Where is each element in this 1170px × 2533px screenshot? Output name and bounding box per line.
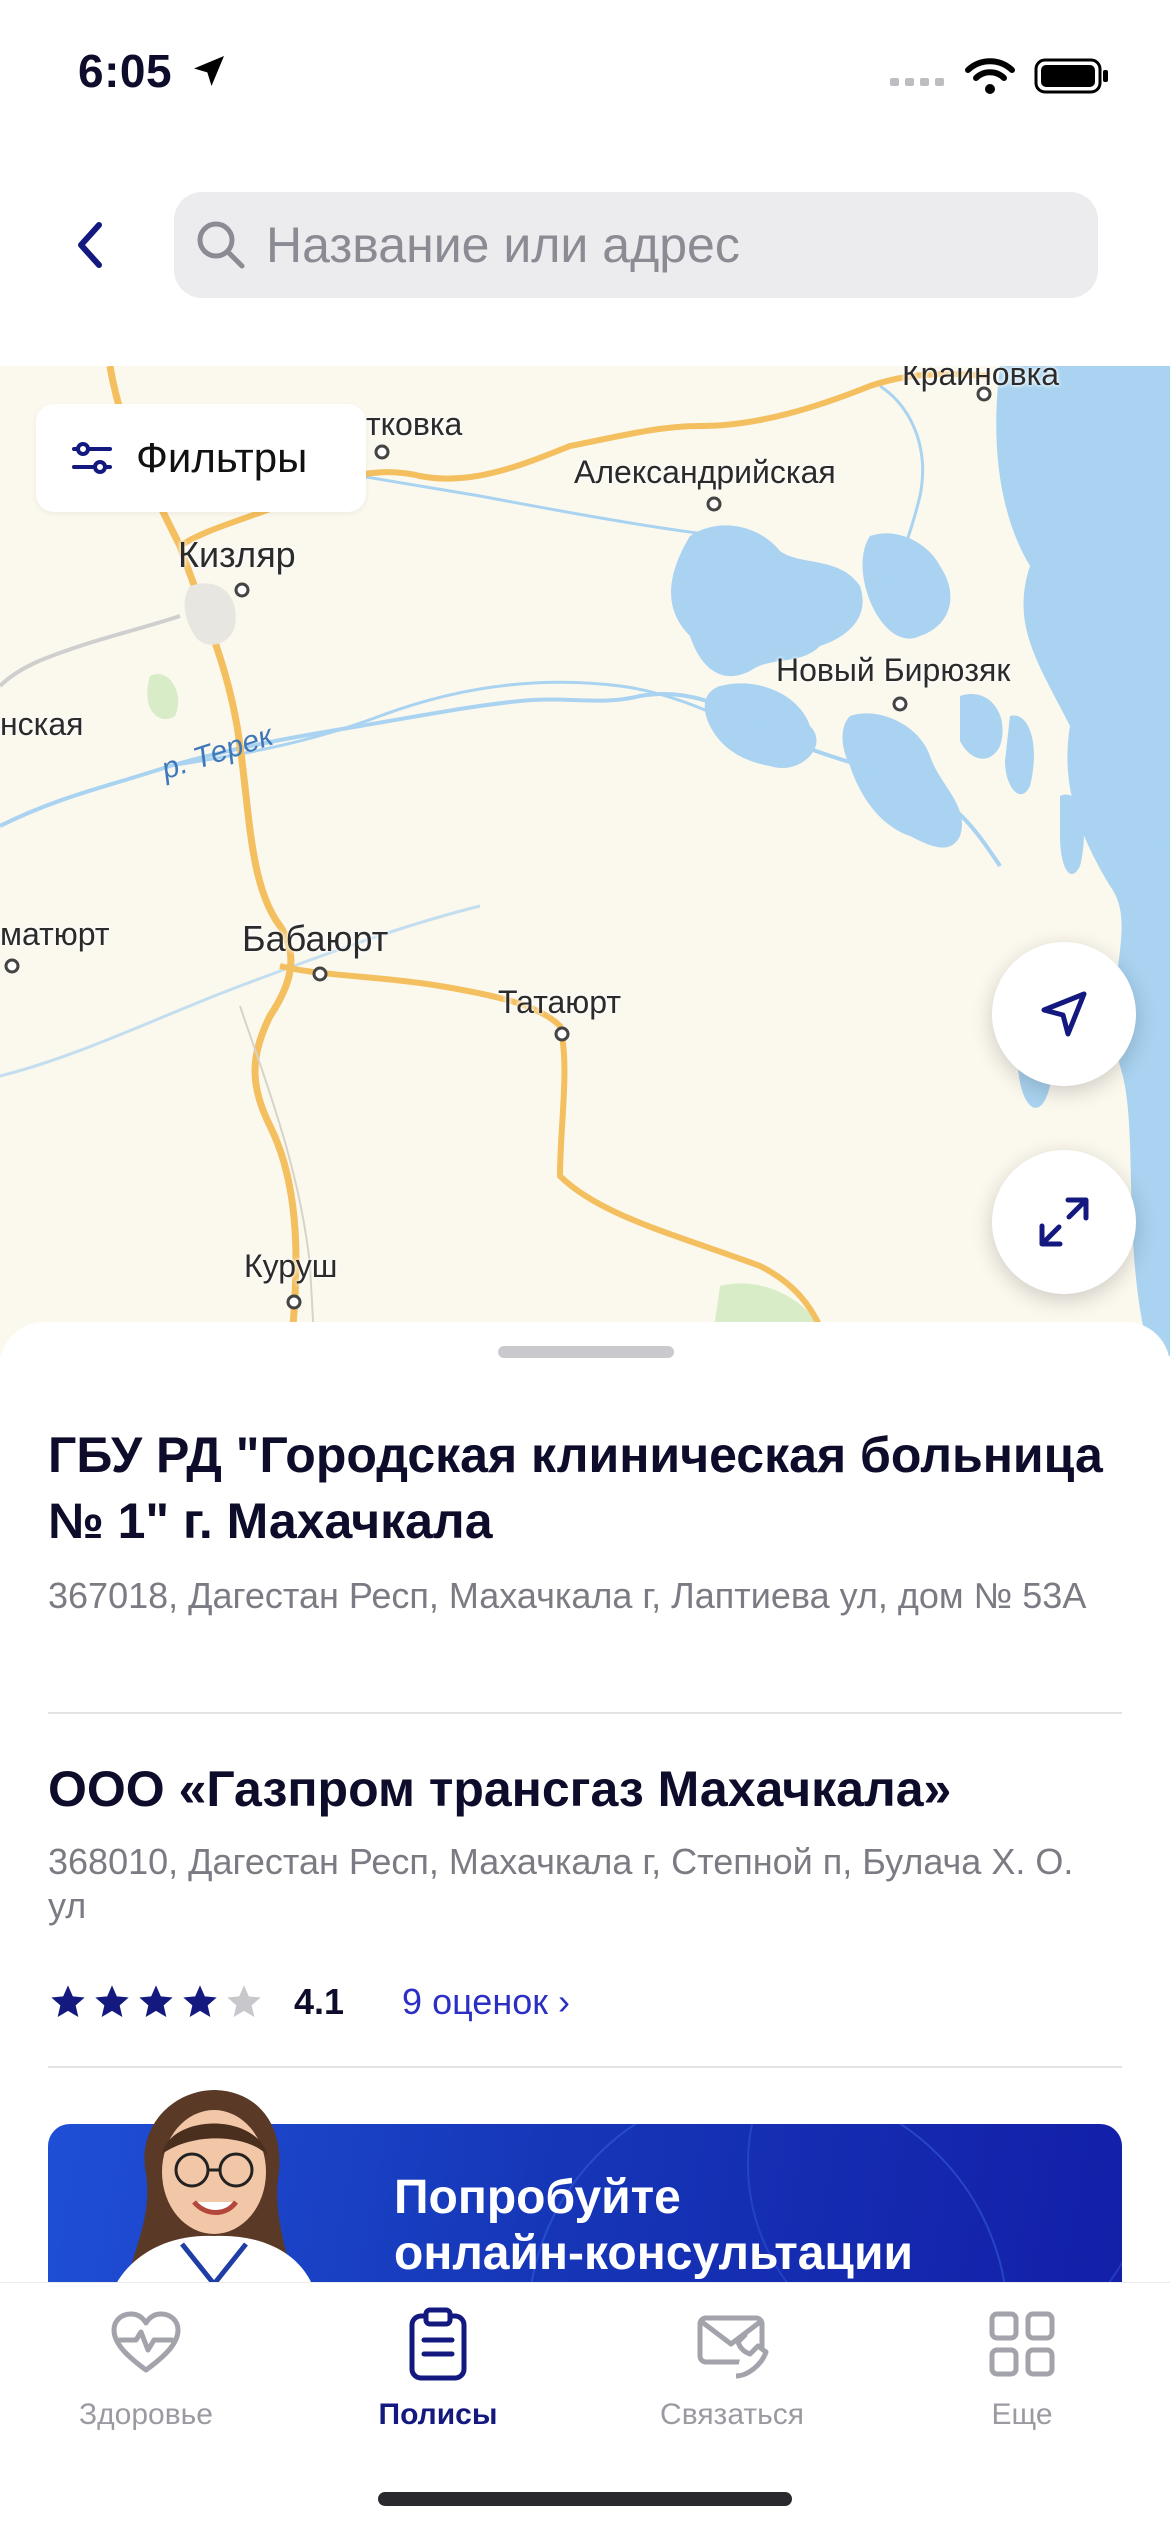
divider [48,2066,1122,2068]
chevron-left-icon [78,222,102,268]
tab-label: Здоровье [79,2398,213,2431]
star-filled-icon [183,1985,217,2017]
filters-button[interactable]: Фильтры [36,404,366,512]
expand-map-button[interactable] [992,1150,1136,1294]
banner-line-2: онлайн-консультации [394,2227,913,2280]
status-indicators [890,54,1110,98]
clipboard-icon [409,2307,467,2381]
rating-row: 4.1 9 оценок › [48,1974,570,2030]
map-label-place: Кизляр [178,534,296,575]
heart-pulse-icon [111,2311,181,2373]
expand-arrows-icon [1039,1197,1089,1247]
phone-envelope-icon [697,2315,769,2379]
location-arrow-icon [194,56,225,86]
tab-more[interactable]: Еще [902,2296,1142,2446]
result-title[interactable]: ГБУ РД "Городская клиническая больница №… [48,1422,1128,1554]
search-icon [197,221,245,269]
banner-line-1: Попробуйте [394,2171,681,2224]
star-empty-icon [227,1985,261,2017]
cellular-signal-icon [890,78,944,86]
tab-label: Связаться [660,2398,804,2431]
tab-policies[interactable]: Полисы [318,2296,558,2446]
doctor-avatar [116,2089,312,2284]
result-address: 368010, Дагестан Респ, Махачкала г, Степ… [48,1841,1074,1926]
map-label-place: Новый Бирюзяк [776,652,1011,688]
navigation-arrow-icon [1041,991,1087,1037]
tab-health[interactable]: Здоровье [26,2296,266,2446]
sliders-icon [72,442,112,474]
status-time: 6:05 [78,44,229,98]
map-label-place: Крайновка [902,366,1060,392]
map-label-place: тковка [366,406,463,442]
map-label-place: Татаюрт [498,984,622,1020]
grid-icon [989,2311,1055,2377]
back-button[interactable] [60,210,120,280]
map-label-place: Александрийская [574,454,836,490]
map-label-place: Куруш [244,1248,338,1284]
wifi-icon [965,58,1015,94]
map-label-place: нская [0,706,84,742]
rating-stars [48,1982,264,2022]
search-input[interactable] [264,215,1088,275]
rating-value: 4.1 [294,1981,345,2022]
filters-label: Фильтры [136,434,308,481]
result-address: 367018, Дагестан Респ, Махачкала г, Лапт… [48,1575,1087,1616]
reviews-link[interactable]: 9 оценок › [402,1981,570,2023]
star-filled-icon [51,1985,85,2017]
banner-text: Попробуйте онлайн-консультации [394,2170,913,2282]
sheet-drag-handle[interactable] [498,1346,674,1358]
battery-icon [1034,58,1108,94]
divider [48,1712,1122,1714]
star-filled-icon [95,1985,129,2017]
tab-label: Еще [991,2398,1053,2431]
map-label-place: Бабаюрт [242,918,389,959]
my-location-button[interactable] [992,942,1136,1086]
home-indicator [378,2492,792,2506]
search-field[interactable] [174,192,1098,298]
map-label-place: матюрт [0,916,110,952]
tab-label: Полисы [378,2398,498,2431]
tab-contact[interactable]: Связаться [612,2296,852,2446]
result-title[interactable]: ООО «Газпром трансгаз Махачкала» [48,1756,1128,1822]
star-filled-icon [139,1985,173,2017]
